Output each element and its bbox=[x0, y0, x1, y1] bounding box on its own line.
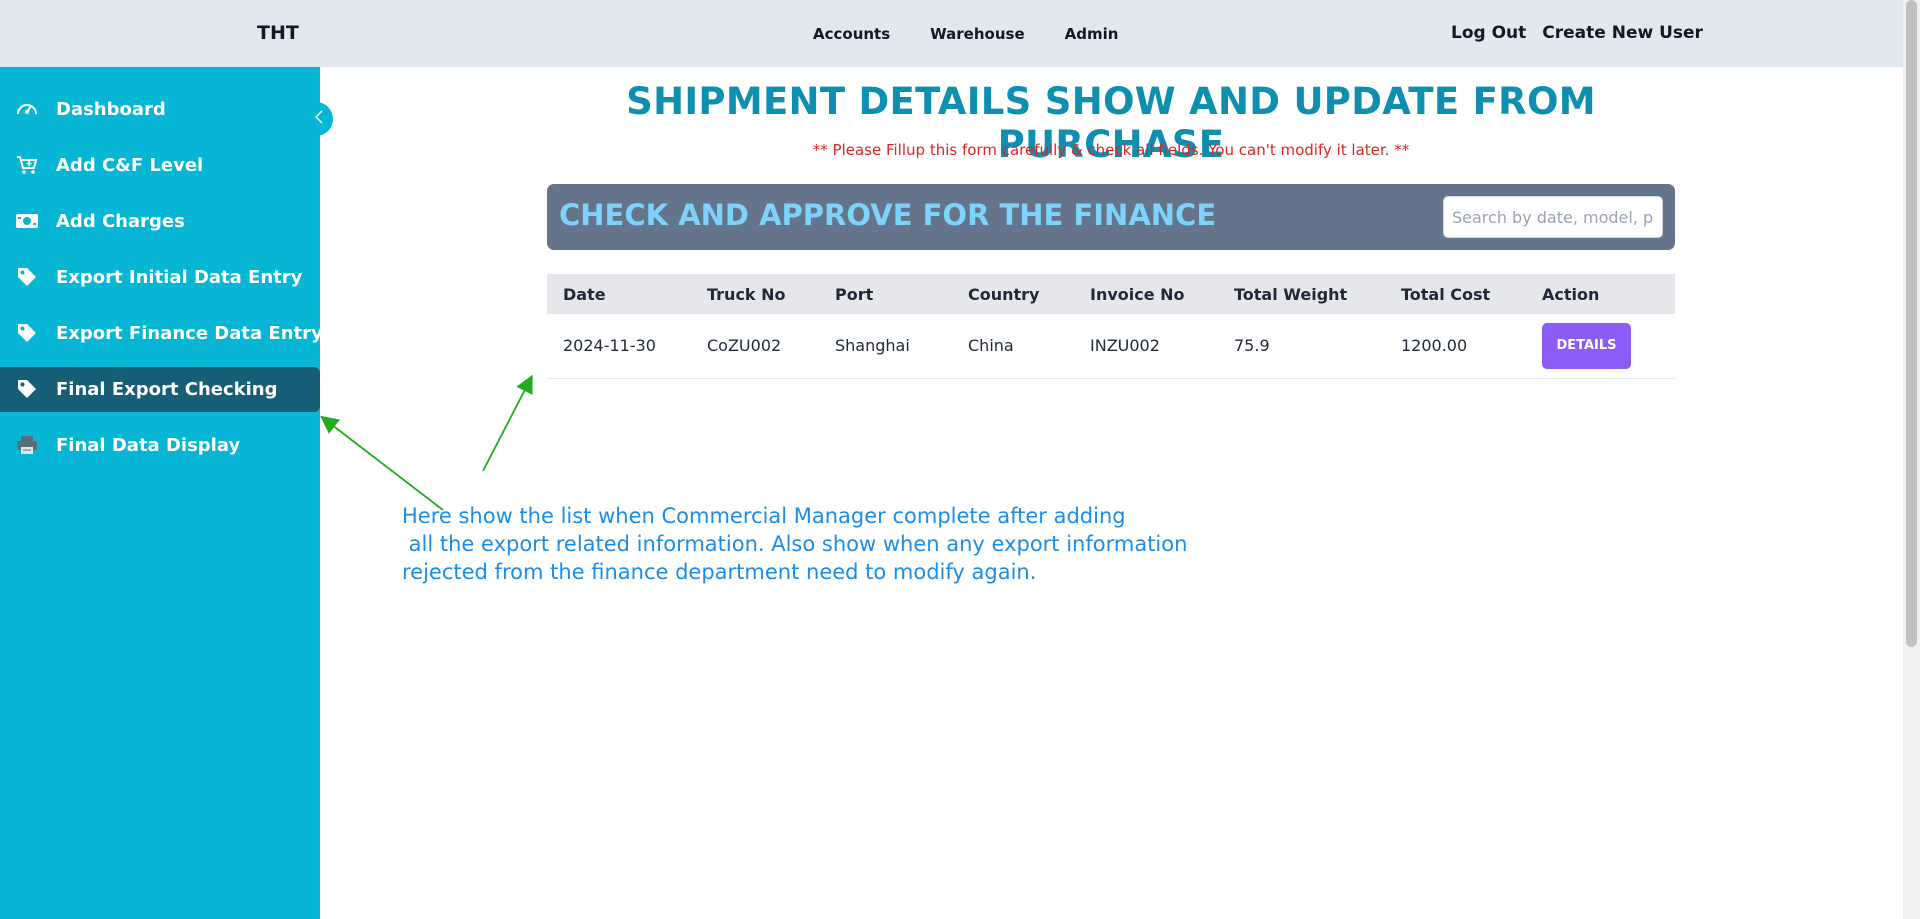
column-header-date: Date bbox=[563, 284, 606, 304]
sidebar-collapse-button[interactable] bbox=[305, 102, 333, 136]
annotation-note: Here show the list when Commercial Manag… bbox=[402, 504, 1188, 584]
printer-icon bbox=[15, 434, 39, 456]
column-header-total-cost: Total Cost bbox=[1401, 284, 1491, 304]
cell-truck-no: CoZU002 bbox=[707, 336, 782, 356]
sidebar-item-label: Export Initial Data Entry bbox=[56, 267, 303, 288]
form-warning: ** Please Fillup this form carefully & c… bbox=[812, 141, 1410, 159]
column-header-country: Country bbox=[968, 284, 1040, 304]
finance-approval-panel: CHECK AND APPROVE FOR THE FINANCE bbox=[547, 184, 1675, 250]
sidebar-item-final-export-checking[interactable]: Final Export Checking bbox=[0, 367, 320, 412]
money-icon bbox=[15, 210, 39, 232]
sidebar-item-label: Add Charges bbox=[56, 211, 185, 232]
sidebar-item-add-charges[interactable]: Add Charges bbox=[0, 199, 320, 244]
sidebar-item-label: Final Data Display bbox=[56, 435, 241, 456]
sidebar-item-dashboard[interactable]: Dashboard bbox=[0, 87, 320, 132]
tag-icon bbox=[15, 378, 39, 400]
logout-link[interactable]: Log Out bbox=[1451, 23, 1526, 43]
column-header-invoice-no: Invoice No bbox=[1090, 284, 1185, 304]
table-row: 2024-11-30 CoZU002 Shanghai China INZU00… bbox=[547, 314, 1675, 378]
top-navbar: THT Accounts Warehouse Admin Log Out Cre… bbox=[0, 0, 1903, 67]
column-header-truck-no: Truck No bbox=[707, 284, 786, 304]
details-button[interactable]: DETAILS bbox=[1542, 322, 1631, 369]
cell-country: China bbox=[968, 336, 1014, 356]
create-user-link[interactable]: Create New User bbox=[1542, 23, 1703, 43]
cell-action: DETAILS bbox=[1526, 314, 1675, 378]
top-nav: Accounts Warehouse Admin bbox=[813, 25, 1118, 43]
sidebar-item-label: Final Export Checking bbox=[56, 379, 278, 400]
cell-invoice-no: INZU002 bbox=[1090, 336, 1160, 356]
sidebar-item-add-cf-level[interactable]: Add C&F Level bbox=[0, 143, 320, 188]
tag-icon bbox=[15, 266, 39, 288]
cell-total-cost: 1200.00 bbox=[1401, 336, 1468, 356]
sidebar-item-label: Export Finance Data Entry bbox=[56, 323, 323, 344]
annotation-arrow-to-sidebar bbox=[320, 415, 444, 511]
table-header-row: Date Truck No Port Country Invoice No To… bbox=[547, 274, 1675, 314]
cell-date: 2024-11-30 bbox=[563, 336, 656, 356]
tag-icon bbox=[15, 322, 39, 344]
column-header-port: Port bbox=[835, 284, 874, 304]
vertical-scrollbar[interactable] bbox=[1903, 0, 1920, 919]
column-header-total-weight: Total Weight bbox=[1234, 284, 1348, 304]
search-input[interactable] bbox=[1443, 196, 1663, 238]
sidebar-item-final-data-display[interactable]: Final Data Display bbox=[0, 423, 320, 468]
nav-warehouse[interactable]: Warehouse bbox=[930, 25, 1024, 43]
dashboard-icon bbox=[15, 98, 39, 120]
panel-title: CHECK AND APPROVE FOR THE FINANCE bbox=[559, 198, 1217, 232]
shipment-table: Date Truck No Port Country Invoice No To… bbox=[547, 274, 1675, 379]
sidebar-item-label: Dashboard bbox=[56, 99, 166, 120]
cell-port: Shanghai bbox=[835, 336, 910, 356]
chevron-left-icon bbox=[314, 109, 324, 129]
cell-total-weight: 75.9 bbox=[1234, 336, 1270, 356]
column-header-action: Action bbox=[1542, 284, 1600, 304]
cart-icon bbox=[15, 154, 39, 176]
sidebar-item-export-initial[interactable]: Export Initial Data Entry bbox=[0, 255, 320, 300]
sidebar-item-export-finance[interactable]: Export Finance Data Entry bbox=[0, 311, 323, 356]
nav-admin[interactable]: Admin bbox=[1065, 25, 1119, 43]
scrollbar-thumb[interactable] bbox=[1906, 0, 1917, 647]
nav-accounts[interactable]: Accounts bbox=[813, 25, 890, 43]
brand-logo[interactable]: THT bbox=[257, 22, 299, 44]
annotation-arrow-to-table bbox=[482, 374, 533, 472]
sidebar-item-label: Add C&F Level bbox=[56, 155, 204, 176]
user-links: Log Out Create New User bbox=[1451, 23, 1703, 43]
sidebar: Dashboard Add C&F Level Add Charges Expo… bbox=[0, 67, 323, 919]
